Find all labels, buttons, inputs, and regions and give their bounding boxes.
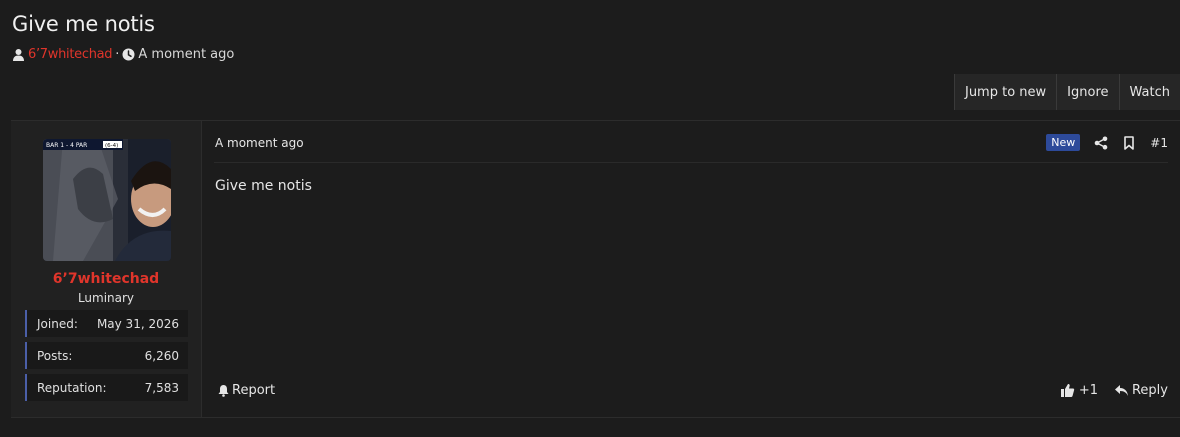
stat-label: Reputation: [37, 380, 107, 395]
meta-separator: · [115, 47, 120, 62]
reply-label: Reply [1131, 383, 1168, 398]
post-content: A moment ago New #1 Give me notis Report [202, 121, 1180, 417]
post-header-divider [214, 162, 1168, 163]
post-body: Give me notis [215, 178, 312, 194]
stat-value: 7,583 [144, 380, 179, 395]
ignore-button[interactable]: Ignore [1056, 74, 1119, 110]
thread-title: Give me notis [12, 12, 155, 36]
svg-text:(6-4): (6-4) [105, 143, 118, 149]
stat-joined: Joined: May 31, 2026 [25, 310, 188, 337]
reply-icon [1114, 383, 1129, 398]
stat-label: Joined: [37, 316, 78, 331]
like-button[interactable]: +1 [1060, 383, 1098, 398]
like-count: +1 [1078, 383, 1098, 398]
stat-label: Posts: [37, 348, 73, 363]
thread-meta: 6’7whitechad · A moment ago [12, 47, 234, 62]
clock-icon [122, 48, 135, 61]
stat-value[interactable]: 6,260 [145, 349, 179, 363]
thread-actions: Jump to new Ignore Watch [953, 74, 1180, 110]
watch-button[interactable]: Watch [1118, 74, 1180, 110]
post-footer-actions: +1 Reply [1060, 383, 1168, 398]
stat-posts: Posts: 6,260 [25, 342, 188, 369]
share-icon[interactable] [1094, 136, 1108, 150]
thumbs-up-icon [1060, 383, 1075, 398]
thread-page: Give me notis 6’7whitechad · A moment ag… [0, 0, 1180, 437]
bell-icon [217, 384, 230, 397]
thread-time[interactable]: A moment ago [138, 47, 234, 62]
stat-value: May 31, 2026 [96, 316, 179, 331]
thread-author-link[interactable]: 6’7whitechad [28, 47, 113, 62]
post-time[interactable]: A moment ago [215, 136, 304, 150]
reply-button[interactable]: Reply [1114, 383, 1168, 398]
bookmark-icon[interactable] [1122, 135, 1136, 150]
post: BAR 1 - 4 PAR (6-4) 6’7whitechad Luminar… [11, 120, 1180, 418]
svg-text:BAR 1 - 4 PAR: BAR 1 - 4 PAR [46, 142, 87, 149]
post-number-link[interactable]: #1 [1150, 136, 1168, 150]
stat-reputation: Reputation: 7,583 [25, 374, 188, 401]
report-label: Report [232, 383, 276, 398]
post-user-panel: BAR 1 - 4 PAR (6-4) 6’7whitechad Luminar… [11, 121, 202, 417]
report-button[interactable]: Report [217, 383, 275, 398]
new-badge: New [1046, 134, 1081, 151]
user-title: Luminary [77, 291, 135, 305]
jump-to-new-button[interactable]: Jump to new [953, 74, 1057, 110]
post-username[interactable]: 6’7whitechad [11, 271, 201, 287]
user-icon [12, 48, 25, 61]
avatar[interactable]: BAR 1 - 4 PAR (6-4) [43, 139, 171, 261]
post-tools: New #1 [1046, 134, 1168, 151]
